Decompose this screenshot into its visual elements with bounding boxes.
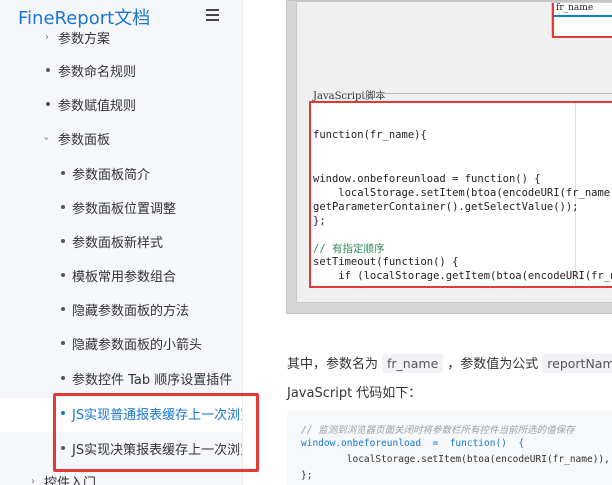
highlight-annotation-box: [53, 393, 259, 472]
code-comment: // 有指定顺序: [313, 243, 385, 255]
snippet-line: };: [301, 470, 313, 481]
bullet-icon: [46, 68, 50, 72]
snippet-line: localStorage.setItem(btoa(encodeURI(fr_n…: [301, 454, 612, 465]
bullet-icon: [61, 273, 65, 277]
para-text: 其中，参数名为: [287, 357, 379, 372]
bullet-icon: [61, 205, 65, 209]
js-panel-title: JavaScript脚本: [313, 91, 386, 102]
sidebar-item-common-params[interactable]: 模板常用参数组合: [0, 260, 242, 290]
code-line: function(fr_name){: [313, 129, 427, 141]
param-cell-highlight: [552, 3, 612, 38]
param-value-code: reportName: [542, 354, 612, 373]
sidebar-item-param-scheme[interactable]: › 参数方案: [0, 22, 242, 52]
main-content: fr_name JavaScript脚本 function(fr_name){ …: [243, 0, 612, 485]
snippet-comment: // 监测到浏览器页面关闭时将参数栏所有控件当前所选的值保存: [301, 425, 575, 436]
code-line: };: [313, 215, 326, 227]
sidebar-item-naming-rules[interactable]: 参数命名规则: [0, 55, 242, 85]
code-line: localStorage.setItem(btoa(encodeURI(fr_n…: [313, 187, 612, 199]
para-text: ，参数值为公式: [447, 357, 539, 372]
js-title-divider: [357, 93, 612, 94]
bullet-icon: [61, 307, 65, 311]
sidebar-item-assign-rules[interactable]: 参数赋值规则: [0, 89, 242, 119]
code-line: window.onbeforeunload = function() {: [313, 173, 541, 185]
code-line: getParameterContainer().getSelectValue()…: [313, 201, 579, 213]
hamburger-icon[interactable]: [206, 9, 219, 21]
param-name-code: fr_name: [382, 354, 444, 373]
sidebar-item-hide-panel[interactable]: 隐藏参数面板的方法: [0, 294, 242, 324]
param-cell: fr_name: [551, 2, 612, 38]
bullet-icon: [61, 341, 65, 345]
chevron-right-icon: ›: [31, 475, 35, 485]
param-description: 其中，参数名为fr_name，参数值为公式reportName。: [287, 353, 612, 373]
chevron-right-icon: ›: [45, 31, 49, 43]
sidebar-item-hide-arrow[interactable]: 隐藏参数面板的小箭头: [0, 328, 242, 358]
js-code-editor[interactable]: function(fr_name){ window.onbeforeunload…: [309, 101, 612, 288]
code-intro: JavaScript 代码如下：: [287, 386, 422, 401]
sidebar-item-panel-new-style[interactable]: 参数面板新样式: [0, 226, 242, 256]
snippet-line: window.onbeforeunload = function() {: [301, 438, 525, 449]
sidebar-item-panel-position[interactable]: 参数面板位置调整: [0, 192, 242, 222]
code-line: setTimeout(function() {: [313, 256, 459, 268]
sidebar-item-param-panel[interactable]: › 参数面板: [0, 123, 242, 153]
sidebar-item-panel-intro[interactable]: 参数面板简介: [0, 158, 242, 188]
sidebar-item-tab-order-plugin[interactable]: 参数控件 Tab 顺序设置插件: [0, 363, 242, 393]
designer-screenshot: fr_name JavaScript脚本 function(fr_name){ …: [286, 0, 612, 314]
bullet-icon: [61, 171, 65, 175]
bullet-icon: [61, 376, 65, 380]
bullet-icon: [61, 239, 65, 243]
chevron-down-icon: ›: [40, 136, 52, 140]
bullet-icon: [46, 102, 50, 106]
code-line: if (localStorage.getItem(btoa(encodeURI(…: [313, 270, 612, 282]
code-snippet-block[interactable]: // 监测到浏览器页面关闭时将参数栏所有控件当前所选的值保存 window.on…: [287, 410, 612, 485]
